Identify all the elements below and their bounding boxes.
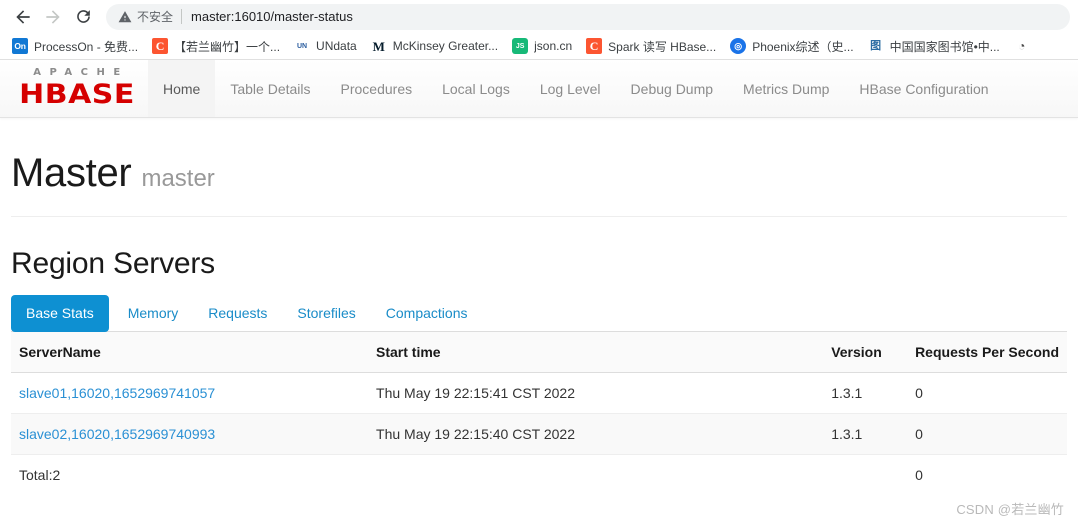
bookmark-label: McKinsey Greater...	[392, 39, 499, 53]
bookmark-item-overflow[interactable]: ◔	[1008, 35, 1042, 57]
cell-total: Total:2	[11, 453, 369, 495]
cell-start-time: Thu May 19 22:15:40 CST 2022	[368, 412, 824, 455]
nlc-icon: 图	[867, 38, 884, 54]
csdn-icon: C	[586, 38, 603, 54]
nav-item-debug-dump[interactable]: Debug Dump	[616, 60, 729, 117]
region-servers-table: ServerName Start time Version Requests P…	[11, 331, 1067, 495]
nav-item-procedures[interactable]: Procedures	[326, 60, 428, 117]
warning-triangle-icon	[118, 10, 132, 22]
bookmark-item[interactable]: 图 中国国家图书馆•中...	[862, 35, 1006, 57]
csdn-icon: C	[152, 38, 169, 54]
phoenix-icon: ◎	[730, 38, 747, 54]
mckinsey-icon: M	[370, 38, 387, 54]
undata-icon: UN	[294, 38, 311, 54]
reload-button[interactable]	[68, 3, 98, 31]
cell-servername: slave01,16020,1652969741057	[11, 371, 369, 414]
back-button[interactable]	[8, 3, 38, 31]
column-header-servername: ServerName	[11, 331, 369, 373]
table-row: slave02,16020,1652969740993 Thu May 19 2…	[11, 412, 1067, 455]
processon-icon: On	[12, 38, 28, 54]
bookmark-label: Phoenix综述（史...	[752, 39, 854, 54]
globe-icon: ◔	[1013, 38, 1030, 54]
bookmark-label: json.cn	[534, 39, 573, 53]
cell-version: 1.3.1	[823, 412, 908, 455]
cell-total-requests-per-second: 0	[907, 453, 1067, 495]
brand-hbase-text: HBASE	[19, 78, 135, 110]
nav-item-log-level[interactable]: Log Level	[525, 60, 616, 117]
browser-toolbar: 不安全 master:16010/master-status	[0, 0, 1078, 33]
column-header-version: Version	[823, 331, 908, 373]
nav-item-hbase-configuration[interactable]: HBase Configuration	[844, 60, 1003, 117]
bookmark-item[interactable]: C Spark 读写 HBase...	[580, 35, 722, 57]
bookmark-item[interactable]: JS json.cn	[506, 35, 578, 57]
section-title-region-servers: Region Servers	[11, 247, 215, 280]
table-body: slave01,16020,1652969741057 Thu May 19 2…	[11, 371, 1067, 455]
bookmark-label: UNdata	[316, 39, 357, 53]
region-servers-tabs: Base Stats Memory Requests Storefiles Co…	[11, 295, 1067, 332]
bookmark-label: 【若兰幽竹】一个...	[174, 39, 281, 54]
cell-requests-per-second: 0	[907, 371, 1067, 414]
nav-item-metrics-dump[interactable]: Metrics Dump	[728, 60, 844, 117]
table-head: ServerName Start time Version Requests P…	[11, 331, 1067, 373]
arrow-left-icon	[16, 9, 30, 24]
nav-item-table-details[interactable]: Table Details	[215, 60, 325, 117]
reload-icon	[76, 10, 90, 23]
omnibox-divider	[181, 9, 183, 24]
apache-hbase-logo[interactable]: APACHE HBASE	[0, 60, 148, 117]
nav-item-local-logs[interactable]: Local Logs	[427, 60, 525, 117]
bookmark-label: 中国国家图书馆•中...	[889, 39, 1000, 54]
bookmarks-bar: On ProcessOn - 免费... C 【若兰幽竹】一个... UN UN…	[0, 33, 1078, 60]
page-header: Master master	[11, 118, 1067, 217]
bookmark-item[interactable]: M McKinsey Greater...	[365, 35, 504, 57]
cell-version: 1.3.1	[823, 371, 908, 414]
page-title: Master	[11, 151, 132, 195]
table-row: slave01,16020,1652969741057 Thu May 19 2…	[11, 371, 1067, 414]
page-subtitle: master	[141, 165, 215, 192]
brand-apache-text: APACHE	[33, 66, 129, 78]
server-link[interactable]: slave01,16020,1652969741057	[19, 385, 215, 401]
address-bar[interactable]: 不安全 master:16010/master-status	[106, 3, 1070, 30]
tab-memory[interactable]: Memory	[113, 295, 194, 332]
security-status[interactable]: 不安全	[118, 8, 181, 25]
bookmark-item[interactable]: On ProcessOn - 免费...	[6, 35, 144, 57]
csdn-watermark: CSDN @若兰幽竹	[956, 502, 1064, 517]
table-footer: Total:2 0	[11, 453, 1067, 495]
cell-start-time: Thu May 19 22:15:41 CST 2022	[368, 371, 824, 414]
cell-requests-per-second: 0	[907, 412, 1067, 455]
bookmark-label: ProcessOn - 免费...	[34, 39, 139, 54]
bookmark-item[interactable]: UN UNdata	[288, 35, 363, 57]
tab-base-stats[interactable]: Base Stats	[11, 295, 109, 332]
bookmark-label: Spark 读写 HBase...	[608, 39, 717, 54]
cell-total-version	[823, 453, 908, 495]
hbase-navbar: APACHE HBASE Home Table Details Procedur…	[0, 60, 1078, 118]
tab-compactions[interactable]: Compactions	[371, 295, 483, 332]
browser-chrome: 不安全 master:16010/master-status On Proces…	[0, 0, 1078, 60]
table-header-row: ServerName Start time Version Requests P…	[11, 331, 1067, 373]
forward-button[interactable]	[38, 3, 68, 31]
arrow-right-icon	[46, 9, 60, 24]
cell-servername: slave02,16020,1652969740993	[11, 412, 369, 455]
bookmark-item[interactable]: ◎ Phoenix综述（史...	[724, 35, 859, 57]
tab-requests[interactable]: Requests	[193, 295, 282, 332]
url-text: master:16010/master-status	[191, 9, 353, 24]
cell-total-start-time	[368, 453, 824, 495]
json-icon: JS	[512, 38, 529, 54]
nav-item-home[interactable]: Home	[148, 60, 216, 117]
tab-storefiles[interactable]: Storefiles	[282, 295, 370, 332]
column-header-start-time: Start time	[368, 331, 824, 373]
column-header-requests-per-second: Requests Per Second	[907, 331, 1067, 373]
main-content: Master master Region Servers Base Stats M…	[0, 118, 1078, 495]
table-total-row: Total:2 0	[11, 453, 1067, 495]
server-link[interactable]: slave02,16020,1652969740993	[19, 426, 215, 442]
security-label: 不安全	[137, 10, 174, 24]
bookmark-item[interactable]: C 【若兰幽竹】一个...	[146, 35, 286, 57]
nav-menu: Home Table Details Procedures Local Logs…	[148, 60, 1004, 117]
